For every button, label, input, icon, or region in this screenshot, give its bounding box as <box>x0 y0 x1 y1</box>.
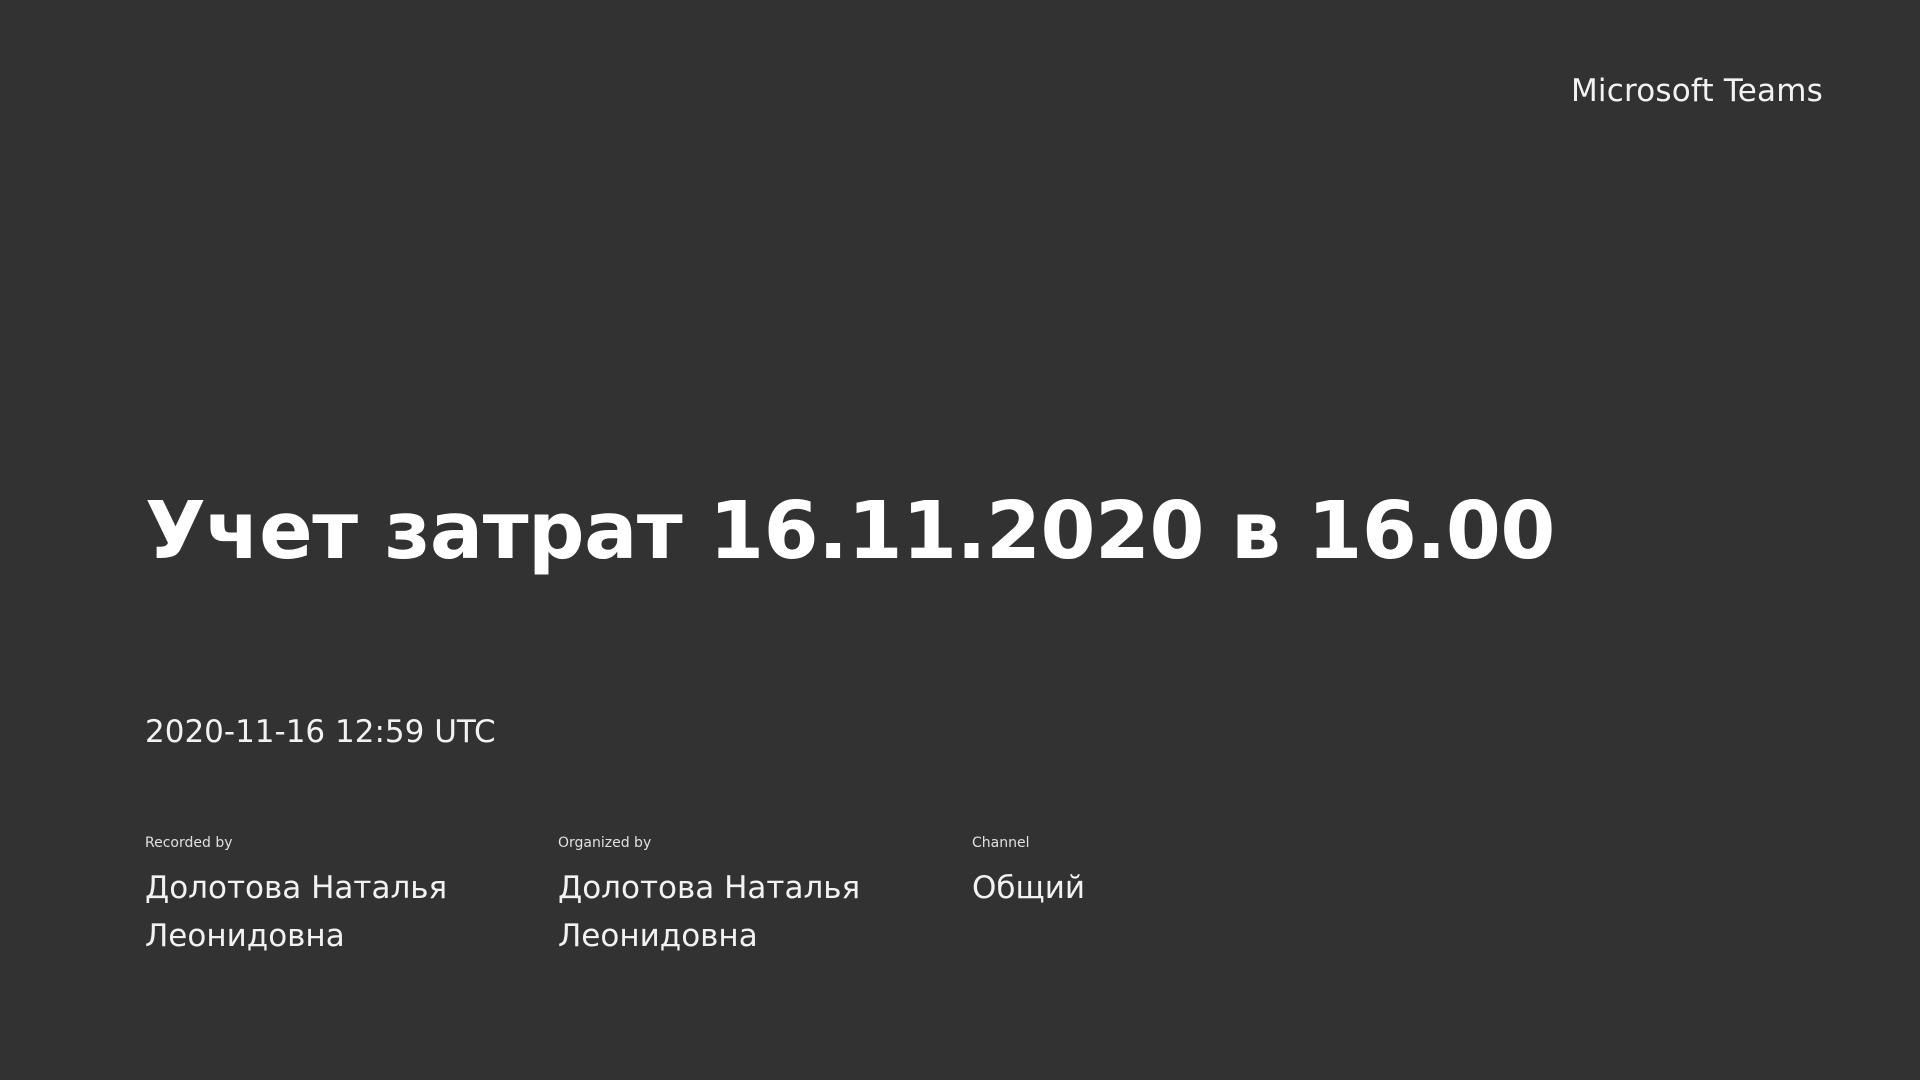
recording-datetime: 2020-11-16 12:59 UTC <box>145 714 496 750</box>
recorded-by-section: Recorded by Долотова Наталья Леонидовна <box>145 836 545 960</box>
organized-by-label: Organized by <box>558 835 652 851</box>
page-title: Учет затрат 16.11.2020 в 16.00 <box>145 485 1555 577</box>
channel-value: Общий <box>972 870 1086 906</box>
recorded-by-label: Recorded by <box>145 835 233 851</box>
organized-by-value: Долотова Наталья Леонидовна <box>558 870 861 954</box>
organized-by-section: Organized by Долотова Наталья Леонидовна <box>558 836 958 960</box>
channel-section: Channel Общий <box>972 836 1372 912</box>
channel-label: Channel <box>972 835 1030 851</box>
app-brand: Microsoft Teams <box>1570 73 1823 109</box>
recorded-by-value: Долотова Наталья Леонидовна <box>145 870 448 954</box>
